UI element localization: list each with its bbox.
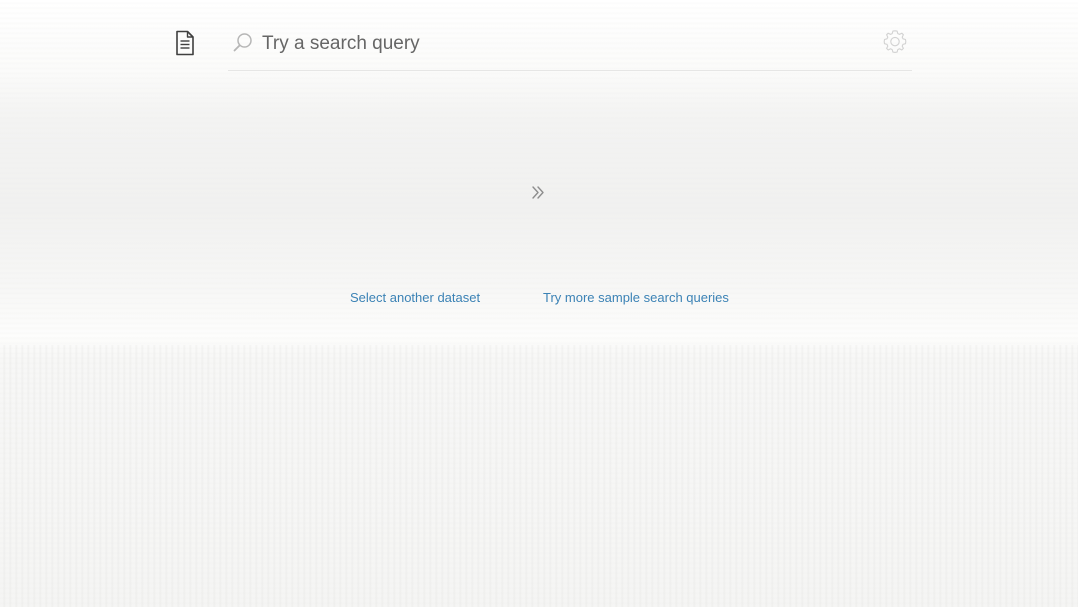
top-bar — [0, 0, 1078, 88]
document-button[interactable] — [172, 28, 198, 58]
search-bar — [228, 24, 912, 71]
action-links: Select another dataset Try more sample s… — [0, 290, 1078, 314]
document-icon — [176, 30, 194, 56]
sample-queries-link[interactable]: Try more sample search queries — [543, 290, 729, 305]
search-input[interactable] — [262, 27, 862, 61]
double-chevron-right-icon[interactable] — [528, 183, 548, 203]
gear-icon — [883, 30, 907, 53]
search-icon — [233, 33, 252, 52]
select-dataset-link[interactable]: Select another dataset — [350, 290, 480, 305]
settings-button[interactable] — [881, 27, 909, 55]
